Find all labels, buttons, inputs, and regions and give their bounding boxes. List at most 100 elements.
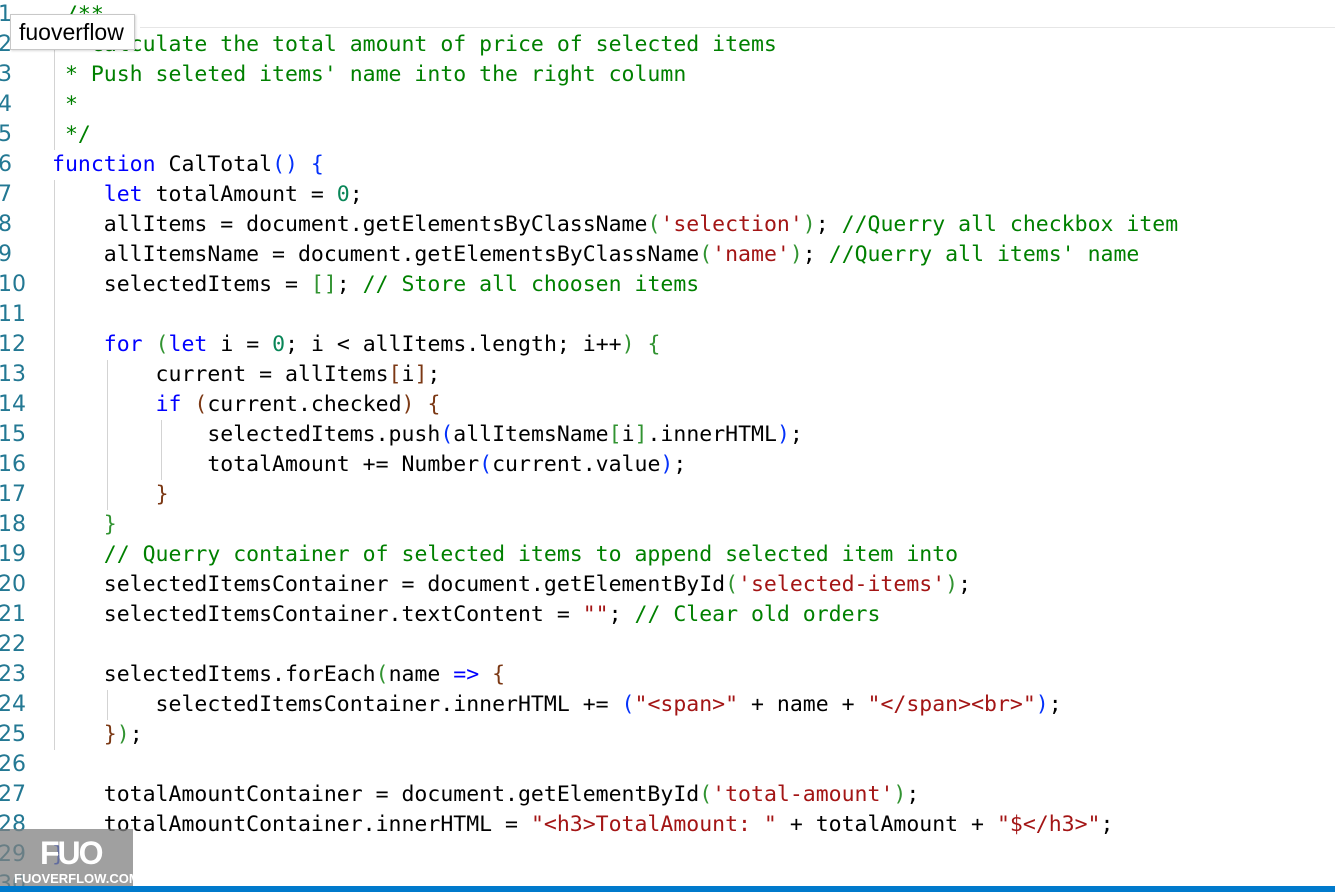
code-token: // Store all choosen items <box>362 272 700 297</box>
code-token: ) <box>945 572 959 597</box>
code-token: ; <box>906 782 920 807</box>
line-number: 7 <box>0 182 12 207</box>
line-number: 5 <box>0 122 12 147</box>
code-line[interactable]: 3 * Push seleted items' name into the ri… <box>0 60 1335 90</box>
code-text: function CalTotal() { <box>52 150 324 180</box>
code-token: allItems = document.getElementsByClassNa… <box>52 212 648 237</box>
code-line[interactable]: 20 selectedItemsContainer = document.get… <box>0 570 1335 600</box>
code-token: ) <box>621 332 635 357</box>
code-token: i <box>621 422 635 447</box>
code-text: } <box>52 480 169 510</box>
code-text: totalAmountContainer.innerHTML = "<h3>To… <box>52 810 1114 840</box>
code-token: ) <box>401 392 415 417</box>
code-token: ) <box>776 422 790 447</box>
code-token: "<span>" <box>634 692 739 717</box>
code-line[interactable]: 28 totalAmountContainer.innerHTML = "<h3… <box>0 810 1335 840</box>
code-token: let <box>168 332 208 357</box>
code-token: ; <box>427 362 441 387</box>
code-line[interactable]: 24 selectedItemsContainer.innerHTML += (… <box>0 690 1335 720</box>
code-token: } <box>103 512 117 537</box>
code-text: * Calculate the total amount of price of… <box>52 30 777 60</box>
code-token: //Querry all items' name <box>828 242 1140 267</box>
code-text: if (current.checked) { <box>52 390 441 420</box>
code-line[interactable]: 27 totalAmountContainer = document.getEl… <box>0 780 1335 810</box>
code-line[interactable]: 15 selectedItems.push(allItemsName[i].in… <box>0 420 1335 450</box>
code-text: let totalAmount = 0; <box>52 180 363 210</box>
code-text: */ <box>52 120 91 150</box>
code-token: selectedItemsContainer = document.getEle… <box>52 572 726 597</box>
code-token: name <box>388 662 454 687</box>
code-token: ; <box>789 422 803 447</box>
code-token: ) <box>116 722 130 747</box>
code-token: totalAmount += Number <box>52 452 480 477</box>
code-text: allItems = document.getElementsByClassNa… <box>52 210 1178 240</box>
code-token: 0 <box>272 332 286 357</box>
line-number: 15 <box>0 422 26 447</box>
hover-tooltip: fuoverflow <box>10 14 135 50</box>
code-text: totalAmount += Number(current.value); <box>52 450 686 480</box>
code-line[interactable]: 11 <box>0 300 1335 330</box>
code-token: ; <box>802 242 829 267</box>
code-token: ( <box>725 572 739 597</box>
code-token: // Clear old orders <box>634 602 881 627</box>
code-token: selectedItems.push <box>52 422 441 447</box>
code-token: { <box>310 152 324 177</box>
code-token: i = <box>207 332 273 357</box>
code-line[interactable]: 12 for (let i = 0; i < allItems.length; … <box>0 330 1335 360</box>
code-token: CalTotal <box>155 152 273 177</box>
code-line[interactable]: 26 <box>0 750 1335 780</box>
code-line[interactable]: 29} <box>0 840 1335 870</box>
code-line[interactable]: 30 <box>0 870 1335 886</box>
line-number: 9 <box>0 242 12 267</box>
code-line[interactable]: 18 } <box>0 510 1335 540</box>
code-line[interactable]: 23 selectedItems.forEach(name => { <box>0 660 1335 690</box>
code-line[interactable]: 17 } <box>0 480 1335 510</box>
line-number: 26 <box>0 752 26 777</box>
code-line[interactable]: 16 totalAmount += Number(current.value); <box>0 450 1335 480</box>
code-token: * <box>52 92 78 117</box>
line-number: 20 <box>0 572 26 597</box>
status-bar <box>0 886 1335 892</box>
code-line[interactable]: 14 if (current.checked) { <box>0 390 1335 420</box>
code-token: { <box>647 332 661 357</box>
code-line[interactable]: 2 * Calculate the total amount of price … <box>0 30 1335 60</box>
code-text: totalAmountContainer = document.getEleme… <box>52 780 920 810</box>
code-line[interactable]: 4 * <box>0 90 1335 120</box>
code-token: } <box>103 722 117 747</box>
code-token: // Querry container of selected items to… <box>103 542 959 567</box>
line-number: 12 <box>0 332 26 357</box>
code-line[interactable]: 9 allItemsName = document.getElementsByC… <box>0 240 1335 270</box>
code-text: allItemsName = document.getElementsByCla… <box>52 240 1140 270</box>
code-token: ( <box>479 452 493 477</box>
code-token: ( <box>440 422 454 447</box>
code-line[interactable]: 21 selectedItemsContainer.textContent = … <box>0 600 1335 630</box>
code-editor[interactable]: 1 /**2 * Calculate the total amount of p… <box>0 0 1335 886</box>
code-line[interactable]: 1 /** <box>0 0 1335 30</box>
code-token: "</span><br>" <box>867 692 1036 717</box>
code-token: function <box>52 152 156 177</box>
code-line[interactable]: 22 <box>0 630 1335 660</box>
code-token: //Querry all checkbox item <box>841 212 1179 237</box>
code-text: selectedItems.push(allItemsName[i].inner… <box>52 420 803 450</box>
code-text: selectedItemsContainer.innerHTML += ("<s… <box>52 690 1062 720</box>
code-line[interactable]: 7 let totalAmount = 0; <box>0 180 1335 210</box>
code-line[interactable]: 6 function CalTotal() { <box>0 150 1335 180</box>
code-line[interactable]: 8 allItems = document.getElementsByClass… <box>0 210 1335 240</box>
code-token: current.checked <box>207 392 402 417</box>
code-token: * Push seleted items' name into the righ… <box>52 62 687 87</box>
code-token: ] <box>634 422 648 447</box>
code-token: => <box>453 662 480 687</box>
code-line[interactable]: 13 current = allItems[i]; <box>0 360 1335 390</box>
code-line[interactable]: 10 selectedItems = []; // Store all choo… <box>0 270 1335 300</box>
code-text: // Querry container of selected items to… <box>52 540 958 570</box>
code-line[interactable]: 5 */ <box>0 120 1335 150</box>
line-number: 25 <box>0 722 26 747</box>
code-line[interactable]: 19 // Querry container of selected items… <box>0 540 1335 570</box>
code-token: selectedItems = <box>52 272 311 297</box>
code-line[interactable]: 25 }); <box>0 720 1335 750</box>
